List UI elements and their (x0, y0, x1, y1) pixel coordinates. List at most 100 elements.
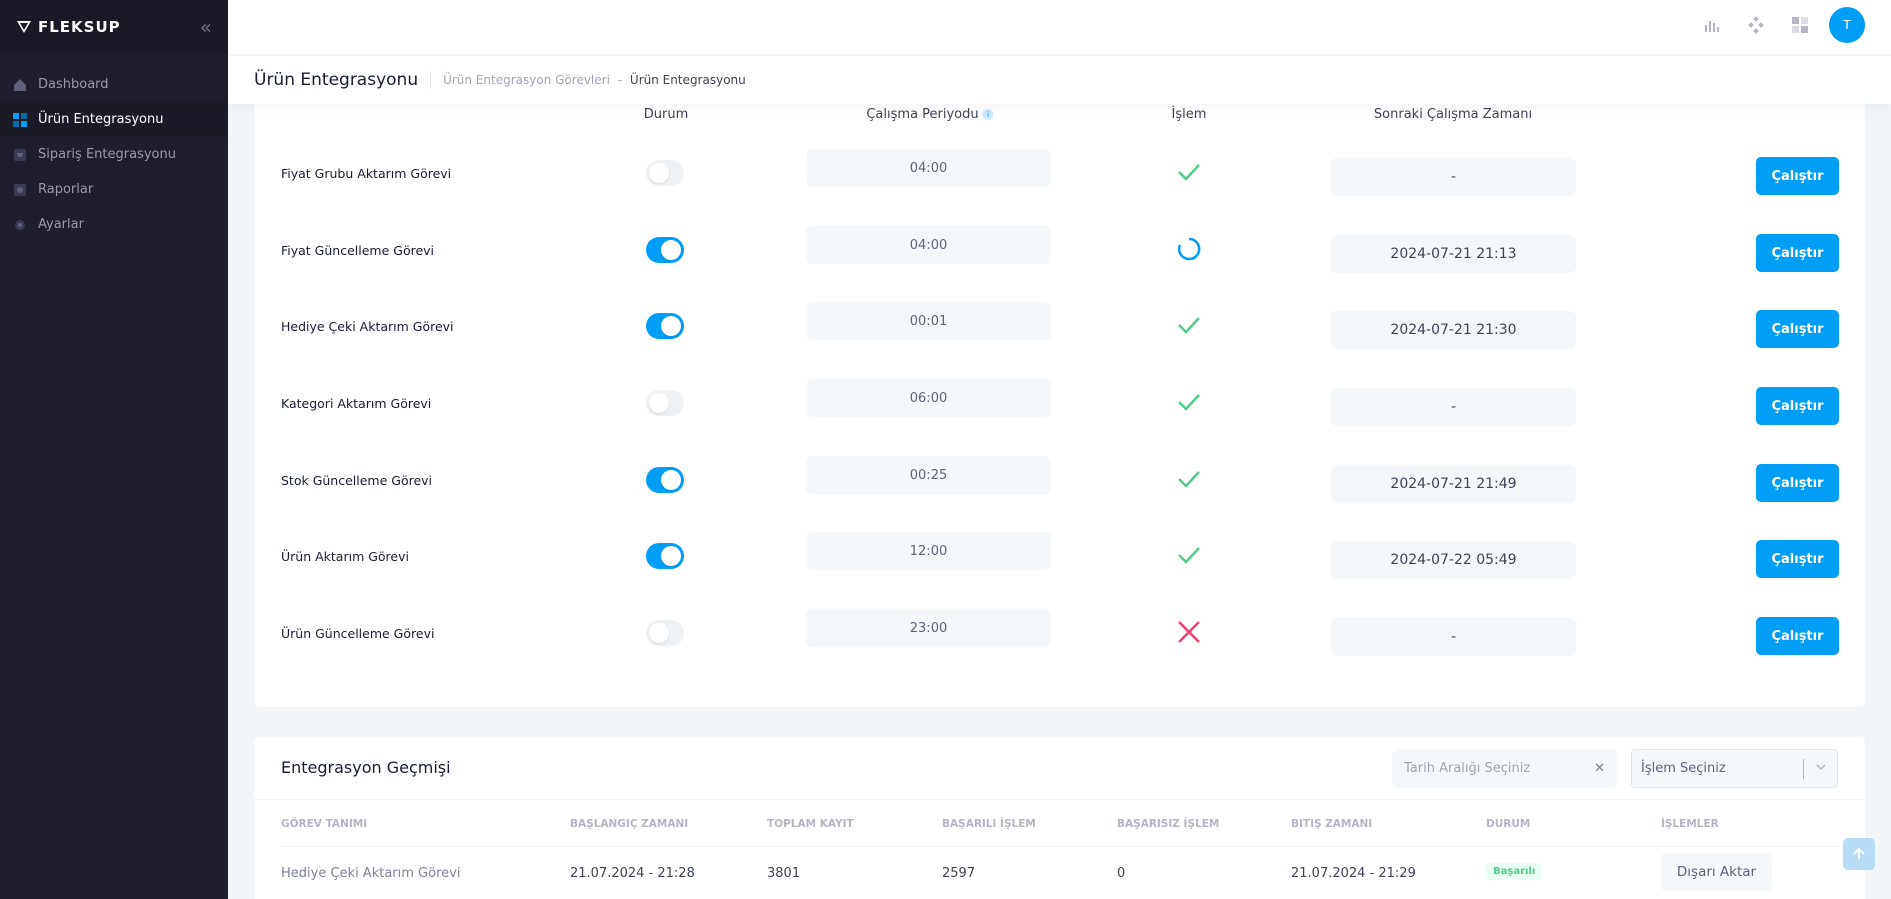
date-range-input[interactable]: Tarih Aralığı Seçiniz ✕ (1392, 749, 1617, 788)
column-header-period: Çalışma Periyodu i (866, 107, 994, 122)
export-button[interactable]: Dışarı Aktar (1661, 853, 1772, 891)
clear-icon[interactable]: ✕ (1594, 761, 1605, 776)
divider (281, 846, 1839, 847)
check-icon (1175, 465, 1203, 493)
status-toggle[interactable] (646, 237, 684, 263)
run-button[interactable]: Çalıştır (1756, 617, 1839, 655)
column-header[interactable]: Durum (1486, 818, 1530, 830)
column-header-next-run: Sonraki Çalışma Zamanı (1373, 107, 1533, 122)
breadcrumb-divider (617, 79, 622, 81)
sidebar-item-label: Ayarlar (38, 217, 84, 232)
status-badge: Başarılı (1486, 863, 1543, 880)
sidebar-item-ayarlar[interactable]: Ayarlar (0, 207, 228, 242)
home-icon (12, 77, 28, 93)
task-name: Hediye Çeki Aktarım Görevi (281, 319, 454, 334)
chart-icon[interactable] (1697, 10, 1727, 40)
task-name: Ürün Güncelleme Görevi (281, 626, 435, 641)
status-toggle[interactable] (646, 313, 684, 339)
gear-icon (12, 217, 28, 233)
column-header[interactable]: Başarısız İşlem (1117, 818, 1219, 830)
sidebar-item-label: Raporlar (38, 182, 94, 197)
history-failed-count: 0 (1117, 866, 1126, 881)
task-name: Fiyat Güncelleme Görevi (281, 243, 435, 258)
period-input[interactable]: 04:00 (806, 226, 1051, 264)
breadcrumb-current: Ürün Entegrasyonu (629, 73, 746, 87)
run-button[interactable]: Çalıştır (1756, 540, 1839, 578)
column-header[interactable]: Başlangıç Zamanı (570, 818, 688, 830)
history-total: 3801 (767, 866, 801, 881)
brand-bar: FLEKSUP « (0, 0, 228, 53)
sidebar-item-label: Dashboard (38, 77, 109, 92)
next-run-field: 2024-07-21 21:49 (1331, 465, 1576, 503)
period-input[interactable]: 00:01 (806, 302, 1051, 340)
column-header[interactable]: Toplam Kayıt (767, 818, 854, 830)
toolbar: Ürün Entegrasyonu Ürün Entegrasyon Görev… (228, 56, 1891, 104)
avatar[interactable]: T (1829, 7, 1865, 43)
chevron-down-icon (1815, 761, 1827, 777)
next-run-field: 2024-07-21 21:13 (1331, 235, 1576, 273)
header-toolbar: T (1697, 7, 1865, 43)
column-header: İşlemler (1661, 818, 1719, 830)
next-run-field: 2024-07-22 05:49 (1331, 541, 1576, 579)
sidebar-item-raporlar[interactable]: Raporlar (0, 172, 228, 207)
next-run-field: - (1331, 158, 1576, 196)
column-header-status: Durum (643, 107, 689, 122)
spinner-icon (1175, 235, 1203, 263)
period-input[interactable]: 23:00 (806, 609, 1051, 647)
cart-icon (12, 147, 28, 163)
sidebar-menu: Dashboard Ürün Entegrasyonu Sipariş Ente… (0, 53, 228, 242)
run-button[interactable]: Çalıştır (1756, 157, 1839, 195)
period-input[interactable]: 12:00 (806, 532, 1051, 570)
run-button[interactable]: Çalıştır (1756, 310, 1839, 348)
task-row: Ürün Güncelleme Görevi 23:00 - Çalıştır (254, 605, 1865, 665)
title-divider (430, 71, 432, 89)
layout-icon[interactable] (1785, 10, 1815, 40)
task-name: Ürün Aktarım Görevi (281, 549, 409, 564)
run-button[interactable]: Çalıştır (1756, 234, 1839, 272)
column-header[interactable]: Bitiş Zamanı (1291, 818, 1372, 830)
run-button[interactable]: Çalıştır (1756, 464, 1839, 502)
task-row: Fiyat Güncelleme Görevi 04:00 2024-07-21… (254, 222, 1865, 282)
task-name: Stok Güncelleme Görevi (281, 473, 433, 488)
period-input[interactable]: 00:25 (806, 456, 1051, 494)
status-toggle[interactable] (646, 390, 684, 416)
sidebar: FLEKSUP « Dashboard Ürün Entegrasyonu Si… (0, 0, 228, 899)
grid-icon (12, 112, 28, 128)
history-success-count: 2597 (942, 866, 976, 881)
task-name: Kategori Aktarım Görevi (281, 396, 432, 411)
next-run-field: 2024-07-21 21:30 (1331, 311, 1576, 349)
task-row: Stok Güncelleme Görevi 00:25 2024-07-21 … (254, 452, 1865, 512)
task-row: Hediye Çeki Aktarım Görevi 00:01 2024-07… (254, 298, 1865, 358)
column-header[interactable]: Görev Tanımı (281, 818, 367, 830)
apps-icon[interactable] (1741, 10, 1771, 40)
period-input[interactable]: 06:00 (806, 379, 1051, 417)
sidebar-item-dashboard[interactable]: Dashboard (0, 67, 228, 102)
scroll-top-button[interactable] (1843, 838, 1875, 870)
status-toggle[interactable] (646, 467, 684, 493)
report-icon (12, 182, 28, 198)
status-toggle[interactable] (646, 543, 684, 569)
task-row: Ürün Aktarım Görevi 12:00 2024-07-22 05:… (254, 528, 1865, 588)
check-icon (1175, 541, 1203, 569)
sidebar-item-urun-entegrasyonu[interactable]: Ürün Entegrasyonu (0, 102, 228, 137)
breadcrumb-item[interactable]: Ürün Entegrasyon Görevleri (443, 73, 610, 87)
run-button[interactable]: Çalıştır (1756, 387, 1839, 425)
sidebar-item-siparis-entegrasyonu[interactable]: Sipariş Entegrasyonu (0, 137, 228, 172)
cross-icon (1175, 618, 1203, 646)
operation-select[interactable]: İşlem Seçiniz (1631, 749, 1838, 788)
period-input[interactable]: 04:00 (806, 149, 1051, 187)
collapse-sidebar-icon[interactable]: « (200, 15, 212, 39)
status-toggle[interactable] (646, 620, 684, 646)
task-name: Fiyat Grubu Aktarım Görevi (281, 166, 452, 181)
task-row: Fiyat Grubu Aktarım Görevi 04:00 - Çalış… (254, 145, 1865, 205)
brand-logo[interactable]: FLEKSUP (16, 18, 121, 36)
arrow-up-icon (1853, 847, 1865, 859)
column-header[interactable]: Başarılı İşlem (942, 818, 1036, 830)
history-title: Entegrasyon Geçmişi (281, 758, 451, 777)
info-icon[interactable]: i (982, 109, 994, 120)
logo-mark-icon (17, 20, 31, 33)
brand-name: FLEKSUP (38, 17, 121, 36)
tasks-card: Durum Çalışma Periyodu i İşlem Sonraki Ça… (254, 100, 1865, 707)
status-toggle[interactable] (646, 160, 684, 186)
divider (254, 799, 1865, 800)
